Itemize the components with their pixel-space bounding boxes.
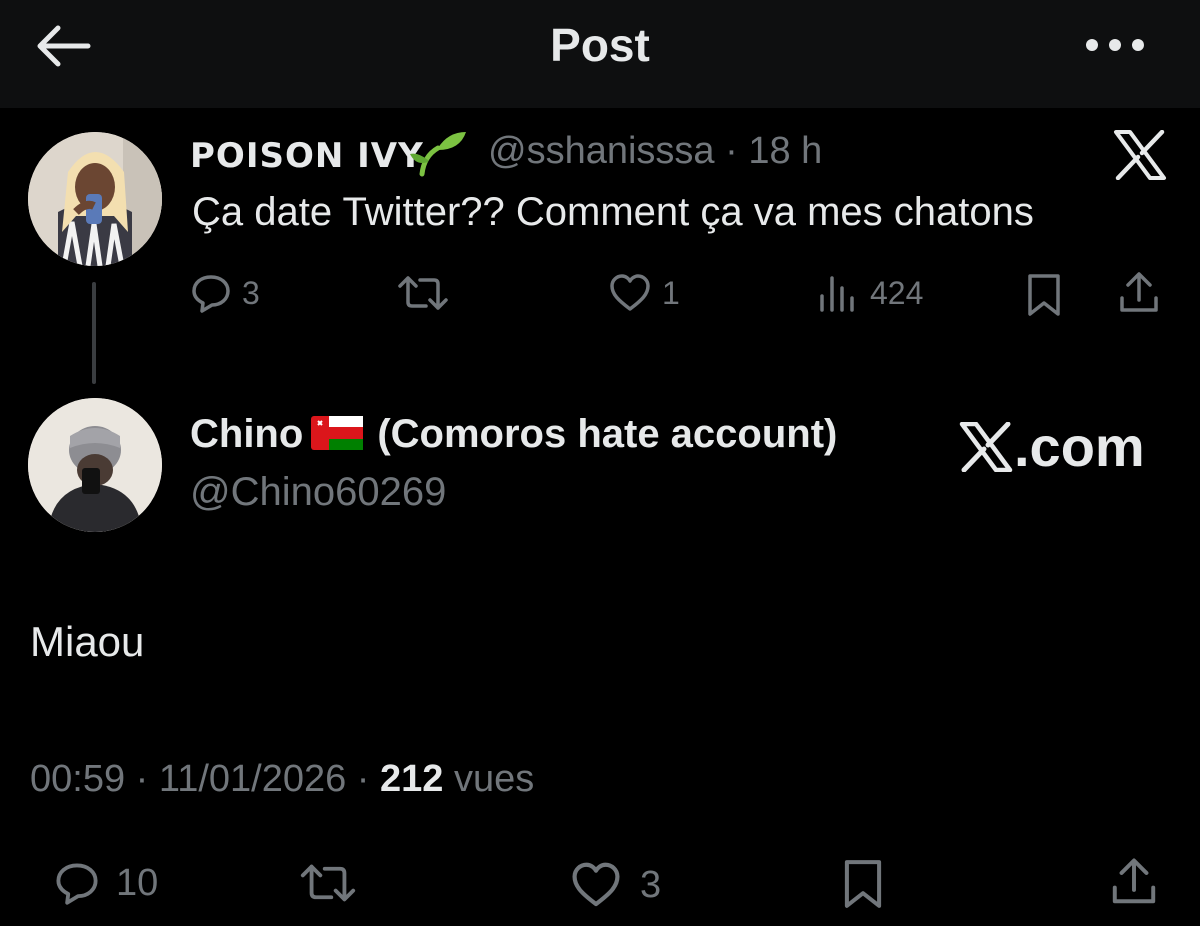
separator-dot: · bbox=[714, 130, 749, 172]
reply-author-name[interactable]: Chino (Comoros hate account) bbox=[190, 412, 837, 457]
x-logo-icon bbox=[959, 421, 1013, 472]
post-views-label: vues bbox=[454, 758, 535, 800]
parent-like-button[interactable]: 1 bbox=[608, 272, 680, 314]
post-time: 00:59 bbox=[30, 758, 126, 800]
avatar-poison-ivy[interactable] bbox=[28, 132, 162, 266]
parent-reply-button[interactable]: 3 bbox=[190, 272, 260, 314]
views-count: 424 bbox=[870, 274, 924, 311]
page-title: Post bbox=[550, 19, 650, 71]
post-views-count: 212 bbox=[380, 758, 444, 800]
repost-icon bbox=[300, 864, 356, 902]
share-icon bbox=[1120, 272, 1158, 312]
repost-icon bbox=[398, 276, 448, 310]
parent-post-text: Ça date Twitter?? Comment ça va mes chat… bbox=[192, 190, 1034, 234]
parent-handle-time: @sshanisssa · 18 h bbox=[488, 130, 822, 173]
separator-dot: · bbox=[346, 758, 381, 800]
avatar-image bbox=[28, 398, 162, 532]
reply-post-text: Miaou bbox=[30, 618, 145, 665]
post-meta: 00:59 · 11/01/2026 · 212 vues bbox=[30, 758, 534, 801]
like-count: 1 bbox=[662, 274, 680, 311]
x-com-watermark: .com bbox=[958, 414, 1145, 479]
reply-count: 3 bbox=[242, 274, 260, 311]
oman-flag-icon bbox=[311, 416, 364, 451]
parent-bookmark-button[interactable] bbox=[1024, 272, 1064, 318]
reply-author-suffix: (Comoros hate account) bbox=[377, 412, 838, 456]
reply-count: 10 bbox=[116, 861, 159, 904]
reply-icon bbox=[192, 275, 230, 313]
reply-author-first: Chino bbox=[190, 412, 304, 456]
share-icon bbox=[1112, 858, 1156, 904]
analytics-icon bbox=[820, 276, 854, 312]
top-bar: Post bbox=[0, 0, 1200, 108]
heart-icon bbox=[572, 862, 620, 907]
x-logo-icon bbox=[1114, 130, 1166, 180]
bookmark-icon bbox=[1028, 274, 1060, 316]
parent-views-button[interactable]: 424 bbox=[816, 272, 923, 314]
like-count: 3 bbox=[640, 863, 662, 906]
reply-like-button[interactable]: 3 bbox=[568, 860, 661, 910]
seedling-icon bbox=[410, 132, 466, 177]
parent-repost-button[interactable] bbox=[396, 272, 450, 314]
reply-reply-button[interactable]: 10 bbox=[54, 860, 158, 906]
reply-handle[interactable]: @Chino60269 bbox=[190, 470, 446, 515]
parent-handle[interactable]: @sshanisssa bbox=[488, 130, 715, 172]
parent-time: 18 h bbox=[748, 130, 823, 172]
more-options-button[interactable] bbox=[1080, 28, 1150, 62]
reply-repost-button[interactable] bbox=[298, 860, 358, 906]
reply-bookmark-button[interactable] bbox=[840, 856, 886, 912]
separator-dot: · bbox=[125, 758, 159, 800]
bookmark-icon bbox=[844, 860, 882, 908]
more-horizontal-icon bbox=[1086, 39, 1144, 51]
watermark-text: .com bbox=[1014, 415, 1145, 478]
heart-icon bbox=[610, 274, 650, 311]
avatar-image bbox=[28, 132, 162, 266]
thread-connector bbox=[92, 282, 96, 384]
reply-icon bbox=[56, 863, 98, 905]
avatar-chino[interactable] bbox=[28, 398, 162, 532]
parent-author-name[interactable]: POISON IVY bbox=[190, 136, 424, 176]
parent-share-button[interactable] bbox=[1116, 270, 1162, 316]
reply-share-button[interactable] bbox=[1108, 856, 1160, 908]
post-date: 11/01/2026 bbox=[158, 758, 347, 800]
